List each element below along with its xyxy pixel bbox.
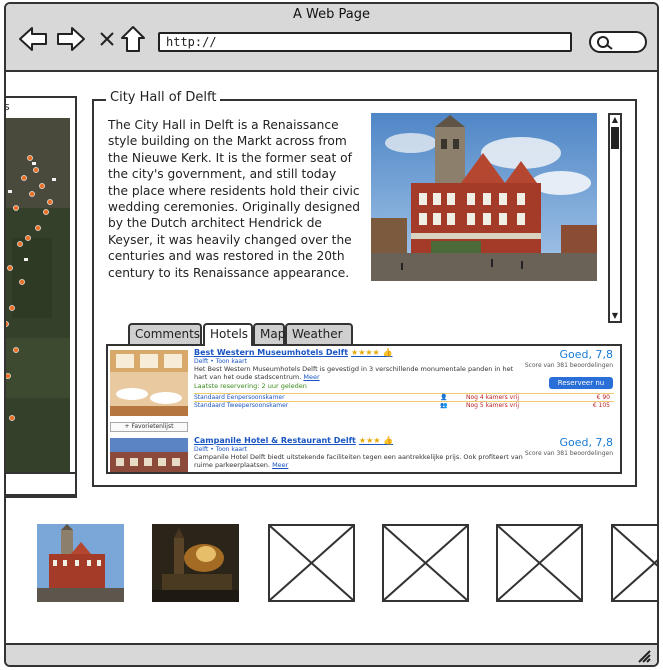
- satellite-map-image[interactable]: [6, 118, 70, 494]
- room-type[interactable]: Standaard Tweepersoonskamer: [194, 402, 288, 409]
- search-icon: [597, 36, 613, 50]
- map-markers: [6, 118, 70, 494]
- room-availability: Nog 5 kamers vrij: [466, 402, 520, 409]
- image-placeholder: [268, 524, 355, 602]
- hotel-stars: ★★★: [358, 436, 381, 445]
- hotel-location[interactable]: Delft • Toon kaart: [194, 446, 247, 453]
- article-scrollbar[interactable]: ▲ ▼: [608, 113, 622, 323]
- image-placeholder: [382, 524, 469, 602]
- hotel-description: Het Best Western Museumhotels Delft is g…: [194, 365, 524, 381]
- hotel-reviews: Score van 381 beoordelingen: [524, 450, 613, 457]
- hotels-tab-panel: Best Western Museumhotels Delft ★★★★ 👍 De…: [106, 344, 622, 474]
- room-type[interactable]: Standaard Eenpersoonskamer: [194, 394, 285, 401]
- scroll-down-arrow-icon[interactable]: ▼: [610, 311, 620, 321]
- scroll-up-arrow-icon[interactable]: ▲: [610, 115, 620, 125]
- city-hall-photo: [371, 113, 597, 281]
- scroll-thumb[interactable]: [611, 127, 619, 149]
- hotel-thumbnail[interactable]: [110, 438, 188, 472]
- side-panel-title: s: [4, 100, 10, 113]
- night-fire-painting-image: [152, 524, 239, 602]
- browser-window: A Web Page http:// s City Hall of Delft …: [4, 2, 659, 667]
- title-bar: A Web Page http://: [6, 4, 657, 72]
- forward-button[interactable]: [56, 24, 86, 54]
- placeholder-x-icon: [269, 525, 354, 601]
- hotel-listing: Best Western Museumhotels Delft ★★★★ 👍 De…: [110, 346, 615, 434]
- room-price: € 105: [592, 402, 610, 409]
- tab-comments[interactable]: Comments: [128, 323, 202, 344]
- more-link[interactable]: Meer: [303, 373, 319, 381]
- placeholder-x-icon: [383, 525, 468, 601]
- tab-hotels[interactable]: Hotels: [203, 323, 253, 346]
- hotel-rating: Goed, 7,8: [559, 436, 614, 449]
- gallery-thumbnail-painting[interactable]: [152, 524, 239, 602]
- tab-map[interactable]: Map: [253, 323, 285, 344]
- window-title: A Web Page: [293, 7, 370, 22]
- article-title: City Hall of Delft: [106, 90, 221, 105]
- hotel-stars: ★★★★: [351, 348, 380, 357]
- status-bar: [6, 643, 657, 665]
- hotel-name-link[interactable]: Campanile Hotel & Restaurant Delft ★★★ 👍: [194, 436, 393, 445]
- arrow-right-icon: [57, 27, 85, 51]
- hotel-name-link[interactable]: Best Western Museumhotels Delft ★★★★ 👍: [194, 348, 392, 357]
- url-input[interactable]: http://: [158, 32, 572, 52]
- thumbs-up-icon[interactable]: 👍: [383, 436, 393, 445]
- side-panel: s: [4, 96, 77, 498]
- article-panel: City Hall of Delft The City Hall in Delf…: [92, 90, 637, 487]
- thumbs-up-icon[interactable]: 👍: [383, 348, 393, 357]
- image-placeholder: [496, 524, 583, 602]
- room-price: € 90: [596, 394, 610, 401]
- hotel-description-text: Campanile Hotel Delft biedt uitstekende …: [194, 453, 523, 469]
- placeholder-x-icon: [497, 525, 582, 601]
- city-hall-thumb-image: [37, 524, 124, 602]
- search-button[interactable]: [589, 31, 647, 53]
- two-persons-icon: 👥: [440, 402, 448, 409]
- hotel-name-text[interactable]: Best Western Museumhotels Delft: [194, 348, 348, 357]
- resize-grip-icon[interactable]: [637, 649, 651, 663]
- home-icon: [121, 26, 145, 52]
- more-link[interactable]: Meer: [272, 461, 288, 469]
- hotel-description-text: Het Best Western Museumhotels Delft is g…: [194, 365, 514, 381]
- restaurant-photo: [110, 350, 188, 416]
- gallery-thumbnail-city-hall[interactable]: [37, 524, 124, 602]
- person-icon: 👤: [440, 394, 448, 401]
- hotel-exterior-photo: [110, 438, 188, 472]
- hotel-description: Campanile Hotel Delft biedt uitstekende …: [194, 453, 524, 469]
- room-row[interactable]: Standaard Eenpersoonskamer 👤 Nog 4 kamer…: [194, 393, 614, 401]
- room-row[interactable]: Standaard Tweepersoonskamer 👥 Nog 5 kame…: [194, 401, 614, 409]
- last-booking-text: Laatste reservering: 2 uur geleden: [194, 382, 307, 390]
- article-description: The City Hall in Delft is a Renaissance …: [108, 118, 360, 280]
- city-hall-illustration: [371, 113, 597, 281]
- hotel-rating: Goed, 7,8: [559, 348, 614, 361]
- hotel-name-text[interactable]: Campanile Hotel & Restaurant Delft: [194, 436, 356, 445]
- back-button[interactable]: [18, 24, 48, 54]
- image-placeholder: [611, 524, 657, 602]
- placeholder-x-icon: [612, 525, 657, 601]
- arrow-left-icon: [19, 27, 47, 51]
- hotel-thumbnail[interactable]: [110, 350, 188, 416]
- home-button[interactable]: [118, 24, 148, 54]
- add-favorite-button[interactable]: + Favorietenlijst: [110, 422, 188, 432]
- side-panel-footer: [6, 472, 77, 496]
- room-availability: Nog 4 kamers vrij: [466, 394, 520, 401]
- hotel-location[interactable]: Delft • Toon kaart: [194, 358, 247, 365]
- hotel-listing: Campanile Hotel & Restaurant Delft ★★★ 👍 …: [110, 434, 615, 472]
- book-now-button[interactable]: Reserveer nu: [549, 377, 613, 389]
- hotel-reviews: Score van 381 beoordelingen: [524, 362, 613, 369]
- tab-weather[interactable]: Weather: [285, 323, 353, 344]
- close-icon: [100, 32, 114, 46]
